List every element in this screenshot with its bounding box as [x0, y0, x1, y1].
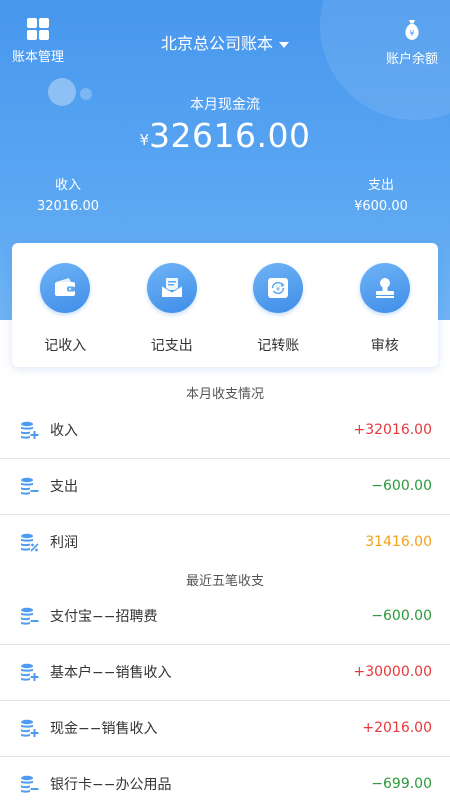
table-row[interactable]: 基本户−−销售收入 +30000.00	[0, 644, 450, 700]
coin-percent-icon	[21, 533, 39, 552]
action-label: 记收入	[44, 338, 87, 354]
currency-symbol: ¥	[139, 131, 150, 149]
svg-text:¥: ¥	[276, 285, 281, 293]
wallet-icon	[55, 278, 76, 296]
action-label: 审核	[370, 338, 399, 354]
svg-text:¥: ¥	[409, 29, 414, 38]
coin-plus-icon	[21, 421, 39, 439]
ledger-name: 北京总公司账本	[160, 34, 273, 53]
cashflow-label: 本月现金流	[190, 97, 260, 113]
item-name: 收入	[50, 423, 78, 439]
list-item[interactable]: 利润 31416.00	[0, 514, 450, 570]
action-icon-circle	[40, 263, 91, 313]
money-bag-icon: ¥	[405, 20, 419, 40]
account-balance-label: 账户余额	[385, 52, 438, 67]
action-icon-circle: ¥	[253, 263, 304, 313]
action-icon-circle	[359, 263, 410, 313]
caret-down-icon	[279, 41, 289, 48]
list-item[interactable]: 收入 +32016.00	[0, 402, 450, 458]
coin-plus-icon	[21, 719, 39, 737]
expense-value: ¥600.00	[354, 199, 408, 214]
ledger-selector[interactable]: 北京总公司账本	[0, 30, 450, 54]
table-row[interactable]: 银行卡−−办公用品 −699.00	[0, 756, 450, 800]
monthly-summary-title: 本月收支情况	[185, 387, 264, 402]
item-name: 利润	[50, 535, 78, 551]
action-label: 记转账	[257, 338, 300, 354]
coin-minus-icon	[21, 775, 39, 793]
recent-transactions-title: 最近五笔收支	[185, 574, 264, 589]
cashflow-amount: ¥32616.00	[0, 116, 450, 155]
transaction-name: 支付宝−−招聘费	[50, 609, 158, 625]
transaction-name: 基本户−−销售收入	[50, 665, 172, 681]
expense-summary: 支出 ¥600.00	[346, 174, 416, 214]
item-name: 支出	[50, 479, 78, 495]
envelope-icon	[161, 278, 183, 297]
income-label: 收入	[54, 178, 81, 193]
transfer-icon: ¥	[268, 278, 289, 298]
transaction-amount: −600.00	[371, 608, 432, 624]
stamp-icon	[375, 278, 394, 298]
coin-minus-icon	[21, 607, 39, 625]
expense-label: 支出	[367, 178, 394, 193]
transaction-amount: −699.00	[371, 776, 432, 792]
transaction-amount: +2016.00	[362, 720, 432, 736]
coin-minus-icon	[21, 477, 39, 495]
action-label: 记支出	[150, 338, 193, 354]
record-expense-button[interactable]: 记支出	[127, 263, 217, 367]
account-balance-button[interactable]: ¥ 账户余额	[386, 18, 438, 67]
cashflow-value: 32616.00	[149, 116, 311, 155]
item-amount: −600.00	[371, 478, 432, 494]
list-item[interactable]: 支出 −600.00	[0, 458, 450, 514]
audit-button[interactable]: 审核	[340, 263, 430, 367]
table-row[interactable]: 支付宝−−招聘费 −600.00	[0, 588, 450, 644]
income-value: 32016.00	[36, 199, 100, 214]
item-amount: +32016.00	[353, 422, 432, 438]
record-transfer-button[interactable]: ¥ 记转账	[233, 263, 323, 367]
quick-actions-card: 记收入 记支出 ¥ 记转账 审核	[12, 243, 438, 367]
coin-plus-icon	[21, 663, 39, 681]
transaction-amount: +30000.00	[353, 664, 432, 680]
table-row[interactable]: 现金−−销售收入 +2016.00	[0, 700, 450, 756]
transaction-name: 现金−−销售收入	[50, 721, 158, 737]
transaction-name: 银行卡−−办公用品	[50, 777, 172, 793]
action-icon-circle	[146, 263, 197, 313]
record-income-button[interactable]: 记收入	[20, 263, 110, 367]
item-amount: 31416.00	[365, 534, 432, 550]
income-summary: 收入 32016.00	[36, 174, 100, 214]
